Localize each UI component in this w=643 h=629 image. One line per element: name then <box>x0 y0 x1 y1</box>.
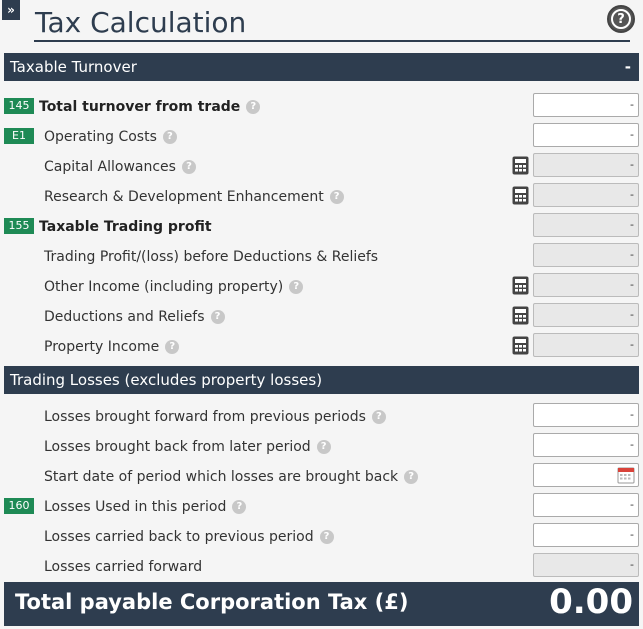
row-label: Losses brought back from later period? <box>44 439 331 455</box>
help-icon[interactable]: ? <box>289 280 304 294</box>
taxable-trading-profit-field: - <box>533 213 639 237</box>
row-losses-bf: Losses brought forward from previous per… <box>4 403 639 433</box>
row-label: Losses Used in this period? <box>44 499 247 515</box>
other-income-field: - <box>533 273 639 297</box>
row-total-turnover: 145 Total turnover from trade? - <box>4 93 639 123</box>
row-label: Total turnover from trade? <box>39 99 261 115</box>
row-label: Trading Profit/(loss) before Deductions … <box>44 249 379 265</box>
row-label: Losses carried back to previous period? <box>44 529 334 545</box>
help-icon[interactable]: ? <box>162 130 177 144</box>
row-label: Deductions and Reliefs? <box>44 309 225 325</box>
help-icon[interactable]: ? <box>165 340 180 354</box>
collapse-section-button[interactable]: - <box>625 53 631 81</box>
row-deductions-reliefs: Deductions and Reliefs? - <box>4 303 639 333</box>
total-turnover-input[interactable]: - <box>533 93 639 117</box>
help-icon[interactable]: ? <box>232 500 247 514</box>
total-label: Total payable Corporation Tax (£) <box>15 590 409 614</box>
row-operating-costs: E1 Operating Costs? - <box>4 123 639 153</box>
question-mark: ? <box>611 9 631 29</box>
box-number-badge: 160 <box>4 498 34 514</box>
total-payable-bar: Total payable Corporation Tax (£) 0.00 <box>4 582 639 626</box>
calculator-icon[interactable] <box>512 306 529 325</box>
help-icon[interactable]: ? <box>404 470 419 484</box>
losses-bf-input[interactable]: - <box>533 403 639 427</box>
calculator-icon[interactable] <box>512 156 529 175</box>
row-losses-cb: Losses carried back to previous period? … <box>4 523 639 553</box>
help-icon[interactable]: ? <box>316 440 331 454</box>
row-label: Research & Development Enhancement? <box>44 189 344 205</box>
row-label: Taxable Trading profit <box>39 219 212 235</box>
operating-costs-input[interactable]: - <box>533 123 639 147</box>
help-icon[interactable]: ? <box>181 160 196 174</box>
capital-allowances-field: - <box>533 153 639 177</box>
calendar-icon[interactable] <box>617 466 635 484</box>
losses-bb-input[interactable]: - <box>533 433 639 457</box>
help-icon[interactable]: ? <box>329 190 344 204</box>
row-label: Property Income? <box>44 339 180 355</box>
box-number-badge: E1 <box>4 128 34 144</box>
losses-used-input[interactable]: - <box>533 493 639 517</box>
help-icon[interactable]: ? <box>319 530 334 544</box>
box-number-badge: 145 <box>4 98 34 114</box>
row-label: Start date of period which losses are br… <box>44 469 419 485</box>
row-label: Losses brought forward from previous per… <box>44 409 386 425</box>
row-label: Losses carried forward <box>44 559 203 575</box>
row-property-income: Property Income? - <box>4 333 639 363</box>
losses-cf-field: - <box>533 553 639 577</box>
row-taxable-trading-profit: 155 Taxable Trading profit - <box>4 213 639 243</box>
rd-enhancement-field: - <box>533 183 639 207</box>
calculator-icon[interactable] <box>512 186 529 205</box>
help-icon[interactable]: ? <box>607 5 635 33</box>
expand-sidebar-button[interactable]: » <box>2 0 20 20</box>
calculator-icon[interactable] <box>512 336 529 355</box>
section-header-taxable-turnover: Taxable Turnover - <box>4 53 639 81</box>
start-date-input[interactable] <box>533 463 639 487</box>
deductions-reliefs-field: - <box>533 303 639 327</box>
row-losses-used: 160 Losses Used in this period? - <box>4 493 639 523</box>
row-capital-allowances: Capital Allowances? - <box>4 153 639 183</box>
row-losses-cf: Losses carried forward - <box>4 553 639 583</box>
row-losses-bb: Losses brought back from later period? - <box>4 433 639 463</box>
row-label: Other Income (including property)? <box>44 279 304 295</box>
row-rd-enhancement: Research & Development Enhancement? - <box>4 183 639 213</box>
row-start-date: Start date of period which losses are br… <box>4 463 639 493</box>
row-trading-profit-before: Trading Profit/(loss) before Deductions … <box>4 243 639 273</box>
row-label: Operating Costs? <box>44 129 177 145</box>
section-title: Taxable Turnover <box>10 58 137 76</box>
total-value: 0.00 <box>549 582 633 622</box>
losses-cb-input[interactable]: - <box>533 523 639 547</box>
row-other-income: Other Income (including property)? - <box>4 273 639 303</box>
help-icon[interactable]: ? <box>371 410 386 424</box>
trading-profit-before-field: - <box>533 243 639 267</box>
calculator-icon[interactable] <box>512 276 529 295</box>
property-income-field: - <box>533 333 639 357</box>
section-header-trading-losses: Trading Losses (excludes property losses… <box>4 366 639 394</box>
section-title: Trading Losses (excludes property losses… <box>10 371 323 389</box>
row-label: Capital Allowances? <box>44 159 196 175</box>
page-title: Tax Calculation <box>34 4 630 42</box>
help-icon[interactable]: ? <box>246 100 261 114</box>
help-icon[interactable]: ? <box>210 310 225 324</box>
box-number-badge: 155 <box>4 218 34 234</box>
